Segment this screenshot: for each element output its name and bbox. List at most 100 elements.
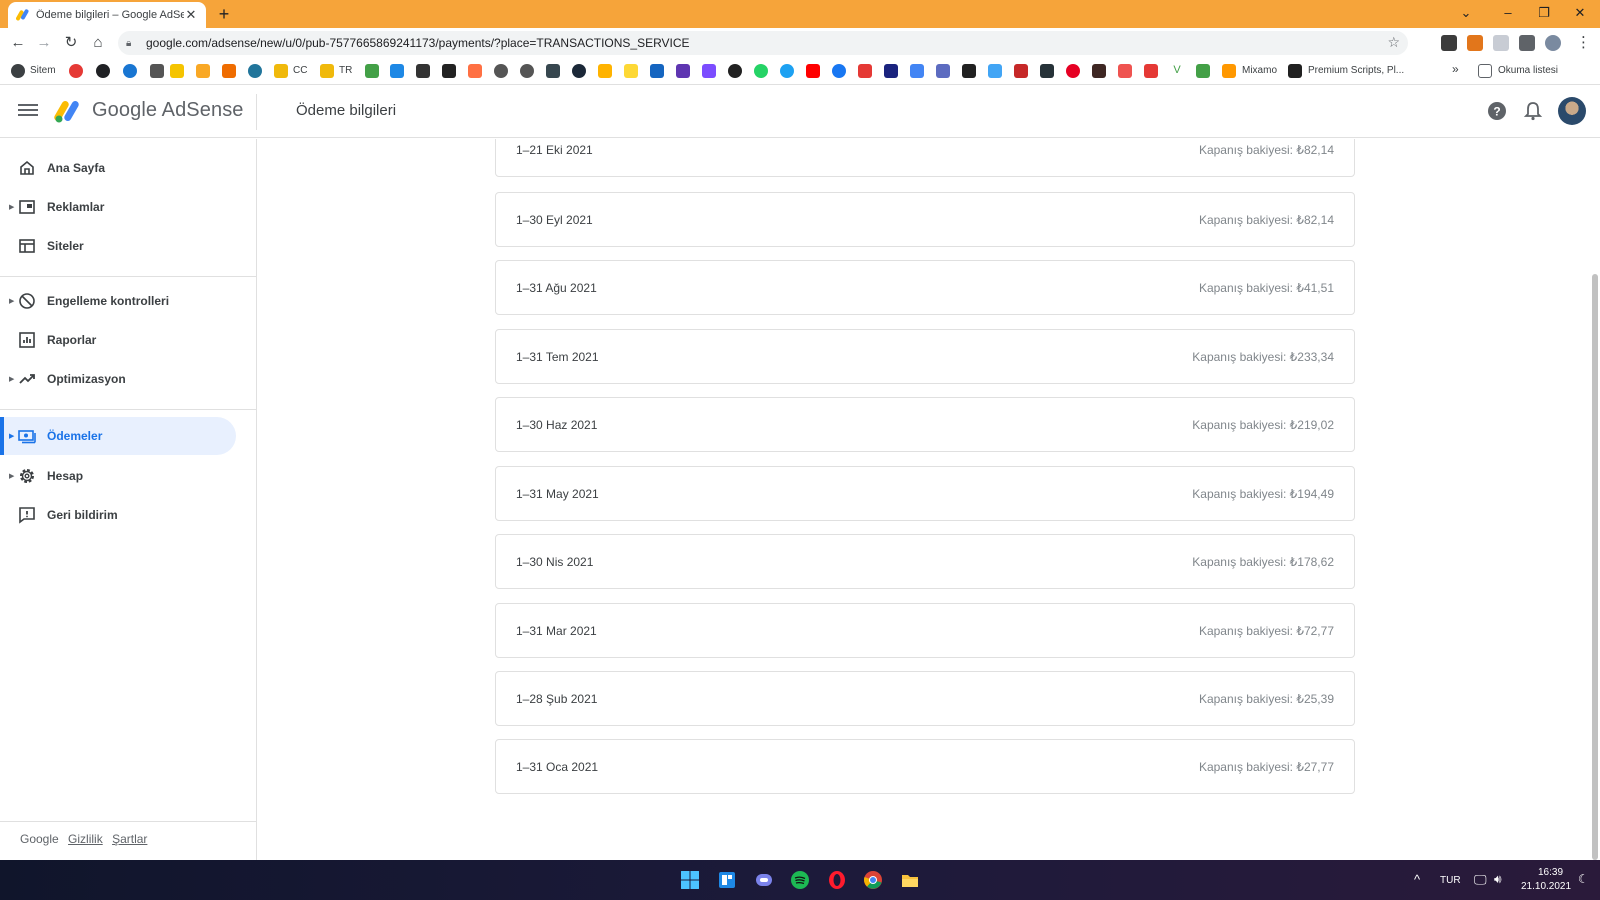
bookmark-icon[interactable] bbox=[728, 64, 742, 78]
transaction-row[interactable]: 1–30 Nis 2021 Kapanış bakiyesi: ₺178,62 bbox=[495, 534, 1355, 589]
notifications-bell-icon[interactable] bbox=[1522, 100, 1544, 122]
pinterest-bookmark-icon[interactable] bbox=[1066, 64, 1080, 78]
sidebar-item-account[interactable]: ▶ Hesap bbox=[0, 457, 236, 495]
transaction-row[interactable]: 1–30 Haz 2021 Kapanış bakiyesi: ₺219,02 bbox=[495, 397, 1355, 452]
bookmark-icon[interactable] bbox=[69, 64, 83, 78]
bookmark-icon[interactable] bbox=[546, 64, 560, 78]
browser-menu-icon[interactable]: ⋮ bbox=[1576, 33, 1591, 51]
bookmark-icon[interactable] bbox=[962, 64, 976, 78]
bookmark-icon[interactable] bbox=[1014, 64, 1028, 78]
whatsapp-bookmark-icon[interactable] bbox=[754, 64, 768, 78]
transaction-row[interactable]: 1–31 Oca 2021 Kapanış bakiyesi: ₺27,77 bbox=[495, 739, 1355, 794]
account-avatar[interactable] bbox=[1558, 97, 1586, 125]
bookmark-icon[interactable] bbox=[170, 64, 184, 78]
bookmark-icon[interactable] bbox=[390, 64, 404, 78]
sidebar-item-blocking-controls[interactable]: ▶ Engelleme kontrolleri bbox=[0, 282, 236, 320]
sidebar-item-sites[interactable]: Siteler bbox=[0, 227, 236, 265]
windows-start-icon[interactable] bbox=[680, 870, 700, 890]
minimize-button[interactable]: – bbox=[1490, 0, 1526, 28]
translate-bookmark-icon[interactable] bbox=[910, 64, 924, 78]
extension-icon[interactable] bbox=[1441, 35, 1457, 51]
reading-list[interactable]: Okuma listesi bbox=[1498, 65, 1558, 76]
bookmark-icon[interactable] bbox=[222, 64, 236, 78]
bookmark-icon[interactable] bbox=[468, 64, 482, 78]
transaction-row[interactable]: 1–31 Tem 2021 Kapanış bakiyesi: ₺233,34 bbox=[495, 329, 1355, 384]
bookmark-icon[interactable] bbox=[274, 64, 288, 78]
extensions-puzzle-icon[interactable] bbox=[1519, 35, 1535, 51]
clock-time[interactable]: 16:39 bbox=[1538, 867, 1563, 878]
vue-bookmark-icon[interactable]: V bbox=[1170, 64, 1184, 78]
bookmark-icon[interactable] bbox=[702, 64, 716, 78]
bookmark-icon[interactable] bbox=[858, 64, 872, 78]
bookmark-icon[interactable] bbox=[150, 64, 164, 78]
bookmark-icon[interactable] bbox=[624, 64, 638, 78]
steam-bookmark-icon[interactable] bbox=[572, 64, 586, 78]
apple-bookmark-icon[interactable] bbox=[494, 64, 508, 78]
opera-icon[interactable] bbox=[827, 870, 847, 890]
widgets-icon[interactable] bbox=[717, 870, 737, 890]
restore-button[interactable]: ❐ bbox=[1526, 0, 1562, 28]
browser-tab[interactable]: Ödeme bilgileri – Google AdSense ✕ bbox=[8, 2, 206, 28]
bookmark-icon[interactable] bbox=[416, 64, 430, 78]
sidebar-item-payments[interactable]: ▶ Ödemeler bbox=[0, 417, 236, 455]
metamask-icon[interactable] bbox=[1467, 35, 1483, 51]
chrome-icon[interactable] bbox=[863, 870, 883, 890]
mixamo-bookmark-icon[interactable] bbox=[1222, 64, 1236, 78]
bookmark-icon[interactable] bbox=[936, 64, 950, 78]
sidebar-item-reports[interactable]: Raporlar bbox=[0, 321, 236, 359]
reload-button[interactable]: ↻ bbox=[61, 33, 81, 53]
teams-chat-icon[interactable] bbox=[754, 870, 774, 890]
privacy-link[interactable]: Gizlilik bbox=[68, 832, 103, 846]
wordpress-bookmark-icon[interactable] bbox=[248, 64, 262, 78]
transaction-row[interactable]: 1–21 Eki 2021 Kapanış bakiyesi: ₺82,14 bbox=[495, 139, 1355, 177]
home-button[interactable]: ⌂ bbox=[88, 33, 108, 53]
youtube-bookmark-icon[interactable] bbox=[806, 64, 820, 78]
tray-overflow-icon[interactable]: ^ bbox=[1414, 872, 1420, 887]
tab-close-icon[interactable]: ✕ bbox=[184, 7, 198, 23]
profile-icon[interactable] bbox=[1545, 35, 1561, 51]
tab-search-icon[interactable]: ⌄ bbox=[1448, 0, 1484, 28]
transaction-row[interactable]: 1–28 Şub 2021 Kapanış bakiyesi: ₺25,39 bbox=[495, 671, 1355, 726]
bookmarks-overflow-icon[interactable]: » bbox=[1452, 62, 1459, 76]
bookmark-star-icon[interactable]: ☆ bbox=[1387, 34, 1400, 51]
bookmark-icon[interactable] bbox=[365, 64, 379, 78]
forward-button[interactable]: → bbox=[34, 33, 54, 53]
apple-bookmark-icon[interactable] bbox=[520, 64, 534, 78]
bookmark-icon[interactable] bbox=[1040, 64, 1054, 78]
network-icon[interactable]: 🖵 bbox=[1474, 872, 1487, 888]
bookmark-icon[interactable] bbox=[320, 64, 334, 78]
back-button[interactable]: ← bbox=[8, 33, 28, 53]
reading-list-icon[interactable] bbox=[1478, 64, 1492, 78]
help-icon[interactable]: ? bbox=[1486, 100, 1508, 122]
twitter-bookmark-icon[interactable] bbox=[780, 64, 794, 78]
terms-link[interactable]: Şartlar bbox=[112, 832, 147, 846]
language-indicator[interactable]: TUR bbox=[1440, 875, 1461, 886]
bookmark-icon[interactable] bbox=[884, 64, 898, 78]
transaction-row[interactable]: 1–31 Ağu 2021 Kapanış bakiyesi: ₺41,51 bbox=[495, 260, 1355, 315]
transaction-row[interactable]: 1–31 Mar 2021 Kapanış bakiyesi: ₺72,77 bbox=[495, 603, 1355, 658]
bookmark-premium-scripts[interactable]: Premium Scripts, Pl... bbox=[1308, 65, 1404, 76]
bookmark-mixamo[interactable]: Mixamo bbox=[1242, 65, 1277, 76]
volume-icon[interactable]: 🔊︎ bbox=[1494, 872, 1502, 887]
main-menu-icon[interactable] bbox=[18, 101, 38, 121]
spotify-icon[interactable] bbox=[790, 870, 810, 890]
bookmark-icon[interactable] bbox=[1118, 64, 1132, 78]
notifications-moon-icon[interactable]: ☾ bbox=[1578, 872, 1589, 886]
bookmark-icon[interactable] bbox=[442, 64, 456, 78]
new-tab-button[interactable]: + bbox=[214, 4, 234, 24]
bookmark-icon[interactable] bbox=[196, 64, 210, 78]
bookmark-icon[interactable] bbox=[1144, 64, 1158, 78]
sidebar-item-optimization[interactable]: ▶ Optimizasyon bbox=[0, 360, 236, 398]
sidebar-item-ads[interactable]: ▶ Reklamlar bbox=[0, 188, 236, 226]
file-explorer-icon[interactable] bbox=[900, 870, 920, 890]
close-window-button[interactable]: ✕ bbox=[1562, 0, 1598, 28]
sidebar-item-feedback[interactable]: Geri bildirim bbox=[0, 496, 236, 534]
bookmark-icon[interactable] bbox=[96, 64, 110, 78]
bookmark-icon[interactable] bbox=[1092, 64, 1106, 78]
page-scrollbar[interactable] bbox=[1592, 274, 1598, 860]
transaction-row[interactable]: 1–30 Eyl 2021 Kapanış bakiyesi: ₺82,14 bbox=[495, 192, 1355, 247]
bookmark-icon[interactable] bbox=[123, 64, 137, 78]
bookmark-icon[interactable] bbox=[988, 64, 1002, 78]
bookmark-icon[interactable] bbox=[1196, 64, 1210, 78]
bookmark-cc[interactable]: CC bbox=[293, 65, 307, 76]
